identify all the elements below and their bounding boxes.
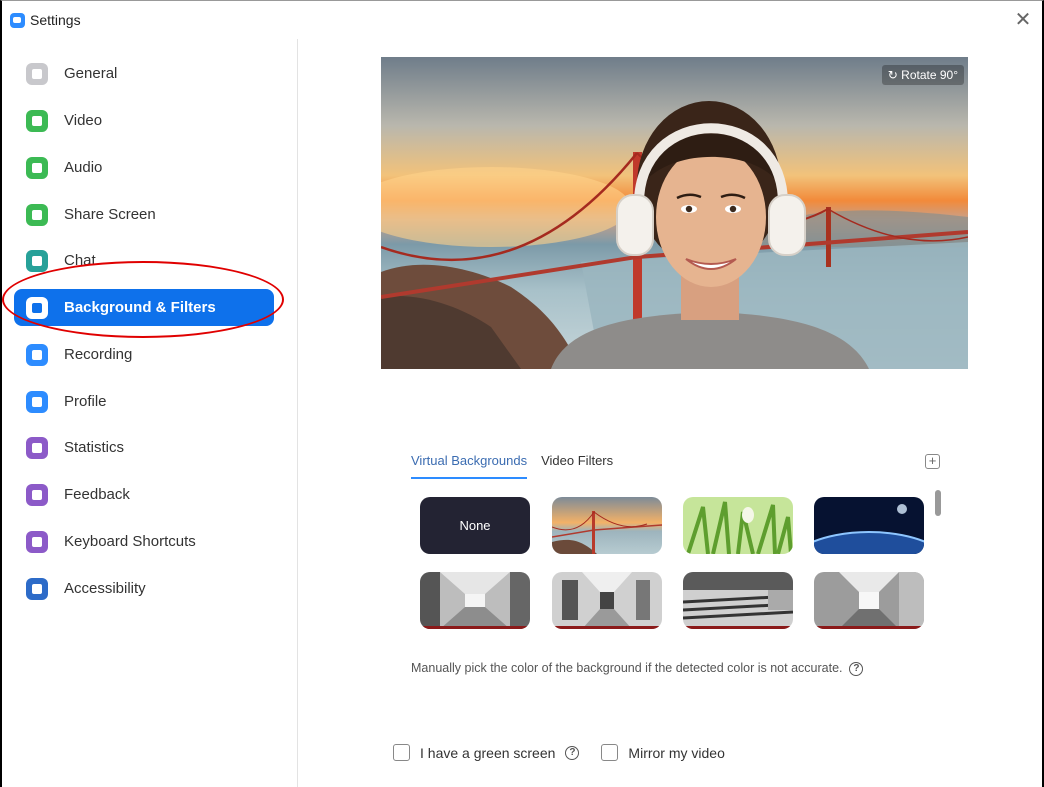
sidebar-item-recording[interactable]: Recording — [14, 336, 274, 373]
tab-video-filters[interactable]: Video Filters — [541, 453, 613, 479]
statistics-icon — [26, 436, 48, 459]
keyboard-icon — [26, 530, 48, 553]
mirror-video-label: Mirror my video — [628, 744, 725, 761]
sidebar-item-label: Profile — [64, 393, 107, 410]
audio-icon — [26, 156, 48, 179]
green-screen-checkbox[interactable] — [393, 744, 410, 761]
sidebar-item-background[interactable]: Background & Filters — [14, 289, 274, 326]
add-background-button[interactable]: + — [925, 454, 940, 469]
rotate-button[interactable]: ↻ Rotate 90° — [881, 65, 964, 85]
mirror-video-checkbox[interactable] — [601, 744, 619, 761]
background-tabs: Virtual Backgrounds Video Filters — [411, 453, 613, 479]
sidebar-item-label: General — [64, 65, 118, 82]
thumb-bottom-stripe — [420, 626, 530, 629]
thumb-earth[interactable] — [814, 497, 924, 554]
thumb-golden-gate[interactable] — [552, 497, 662, 554]
thumb-bottom-stripe — [552, 626, 662, 629]
sidebar-item-accessibility[interactable]: Accessibility — [14, 570, 274, 607]
sidebar-item-video[interactable]: Video — [14, 102, 274, 139]
background-icon — [26, 296, 48, 319]
thumb-hallway-1[interactable] — [420, 572, 530, 629]
sidebar-item-profile[interactable]: Profile — [14, 383, 274, 420]
thumb-corridor[interactable] — [814, 572, 924, 629]
thumb-bottom-stripe — [814, 626, 924, 629]
sidebar-item-feedback[interactable]: Feedback — [14, 476, 274, 513]
sidebar-item-label: Feedback — [64, 486, 130, 503]
settings-window: Settings ✕ General Video Audio Share Screen… — [0, 0, 1044, 787]
tab-virtual-backgrounds[interactable]: Virtual Backgrounds — [411, 453, 528, 479]
green-screen-label: I have a green screen — [420, 744, 556, 761]
corridor-thumbnail — [814, 572, 924, 629]
manual-color-text: Manually pick the color of the backgroun… — [411, 661, 843, 675]
sidebar: General Video Audio Share Screen Chat Backgro… — [2, 39, 298, 787]
thumbnail-scrollbar[interactable] — [934, 490, 942, 635]
background-grid: None — [420, 497, 932, 633]
hallway-2-thumbnail — [552, 572, 662, 629]
feedback-icon — [26, 483, 48, 506]
lecture-room-thumbnail — [683, 572, 793, 629]
sidebar-item-audio[interactable]: Audio — [14, 149, 274, 186]
sidebar-item-label: Share Screen — [64, 206, 156, 223]
zoom-app-icon — [10, 13, 25, 28]
sidebar-item-chat[interactable]: Chat — [14, 242, 274, 279]
green-screen-help-icon[interactable]: ? — [565, 745, 580, 760]
grass-thumbnail — [683, 497, 793, 554]
sidebar-item-label: Recording — [64, 346, 133, 363]
sidebar-item-keyboard[interactable]: Keyboard Shortcuts — [14, 523, 274, 560]
sidebar-item-share-screen[interactable]: Share Screen — [14, 196, 274, 233]
golden-gate-thumbnail — [552, 497, 662, 554]
options-row: I have a green screen ? Mirror my video — [393, 744, 725, 761]
hallway-1-thumbnail — [420, 572, 530, 629]
general-icon — [26, 62, 48, 85]
title-bar: Settings ✕ — [2, 1, 1042, 39]
chat-icon — [26, 249, 48, 272]
video-preview: ↻ Rotate 90° — [381, 57, 968, 369]
sidebar-item-statistics[interactable]: Statistics — [14, 429, 274, 466]
sidebar-item-label: Chat — [64, 252, 96, 269]
thumb-hallway-2[interactable] — [552, 572, 662, 629]
video-icon — [26, 109, 48, 132]
rotate-label: Rotate 90° — [901, 68, 958, 82]
thumb-bottom-stripe — [683, 626, 793, 629]
thumb-none[interactable]: None — [420, 497, 530, 554]
thumb-grass[interactable] — [683, 497, 793, 554]
thumb-none-label: None — [459, 518, 491, 533]
close-button[interactable]: ✕ — [1012, 9, 1034, 31]
sidebar-item-label: Audio — [64, 159, 103, 176]
sidebar-item-general[interactable]: General — [14, 55, 274, 92]
recording-icon — [26, 343, 48, 366]
earth-thumbnail — [814, 497, 924, 554]
sidebar-item-label: Video — [64, 112, 103, 129]
scrollbar-thumb[interactable] — [935, 490, 941, 516]
share-screen-icon — [26, 203, 48, 226]
window-title: Settings — [30, 12, 81, 28]
sidebar-item-label: Background & Filters — [64, 299, 216, 316]
help-icon[interactable]: ? — [849, 661, 864, 676]
profile-icon — [26, 390, 48, 413]
accessibility-icon — [26, 577, 48, 600]
sidebar-item-label: Statistics — [64, 439, 125, 456]
preview-scene — [381, 101, 968, 369]
thumb-lecture-room[interactable] — [683, 572, 793, 629]
sidebar-item-label: Keyboard Shortcuts — [64, 533, 196, 550]
manual-color-note: Manually pick the color of the backgroun… — [411, 661, 864, 676]
sidebar-item-label: Accessibility — [64, 580, 146, 597]
